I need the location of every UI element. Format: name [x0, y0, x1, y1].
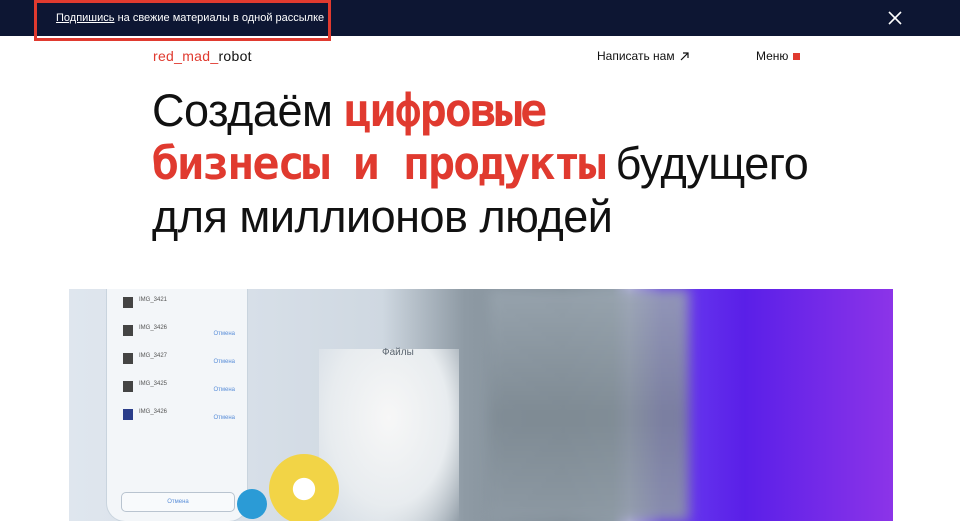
contact-label: Написать нам [597, 49, 675, 63]
media-blur [489, 289, 689, 521]
phone-cancel-button: Отмена [121, 492, 235, 512]
hero-heading: Создаём цифровые бизнесы и продукты буду… [152, 84, 872, 243]
file-row: IMG_3426 Отмена [123, 321, 243, 343]
logo-red-part: red_mad_ [153, 48, 219, 64]
banner-message: Подпишись на свежие материалы в одной ра… [56, 12, 324, 25]
banner-text: на свежие материалы в одной рассылке [114, 12, 325, 24]
file-action: Отмена [213, 387, 235, 393]
file-thumbnail [123, 409, 133, 420]
yellow-circle-decoration [269, 454, 339, 521]
file-thumbnail [123, 325, 133, 336]
hero-text-3: для миллионов людей [152, 191, 613, 242]
blue-circle-decoration [237, 489, 267, 519]
square-icon [793, 52, 801, 60]
file-row: IMG_3421 [123, 293, 243, 315]
file-action: Отмена [213, 415, 235, 421]
file-thumbnail [123, 353, 133, 364]
file-row: IMG_3427 Отмена [123, 349, 243, 371]
menu-button[interactable]: Меню [756, 49, 801, 63]
file-row: IMG_3426 Отмена [123, 405, 243, 427]
contact-link[interactable]: Написать нам [597, 49, 689, 63]
hero-accent-2: бизнесы и продукты [152, 137, 606, 190]
arrow-up-right-icon [680, 51, 689, 60]
hero-text-2: будущего [603, 138, 809, 189]
file-action: Отмена [213, 359, 235, 365]
subscribe-banner: Подпишись на свежие материалы в одной ра… [0, 0, 960, 41]
menu-label: Меню [756, 49, 789, 63]
file-thumbnail [123, 381, 133, 392]
close-icon[interactable] [886, 9, 904, 27]
file-name: IMG_3421 [139, 297, 168, 303]
files-label: Файлы [382, 347, 414, 358]
media-light-area [319, 349, 459, 521]
file-thumbnail [123, 297, 133, 308]
phone-mockup: IMG_3421 IMG_3426 Отмена IMG_3427 Отмена… [107, 289, 247, 521]
hero-accent-1: цифровые [344, 84, 547, 137]
file-name: IMG_3425 [139, 381, 168, 387]
subscribe-link[interactable]: Подпишись [56, 12, 115, 24]
logo-dark-part: robot [218, 48, 252, 64]
file-row: IMG_3425 Отмена [123, 377, 243, 399]
file-name: IMG_3426 [139, 325, 168, 331]
hero-text-1: Создаём [152, 85, 345, 136]
file-action: Отмена [213, 331, 235, 337]
file-name: IMG_3426 [139, 409, 168, 415]
file-name: IMG_3427 [139, 353, 168, 359]
logo[interactable]: red_mad_robot [153, 48, 252, 64]
hero-media: IMG_3421 IMG_3426 Отмена IMG_3427 Отмена… [69, 289, 893, 521]
